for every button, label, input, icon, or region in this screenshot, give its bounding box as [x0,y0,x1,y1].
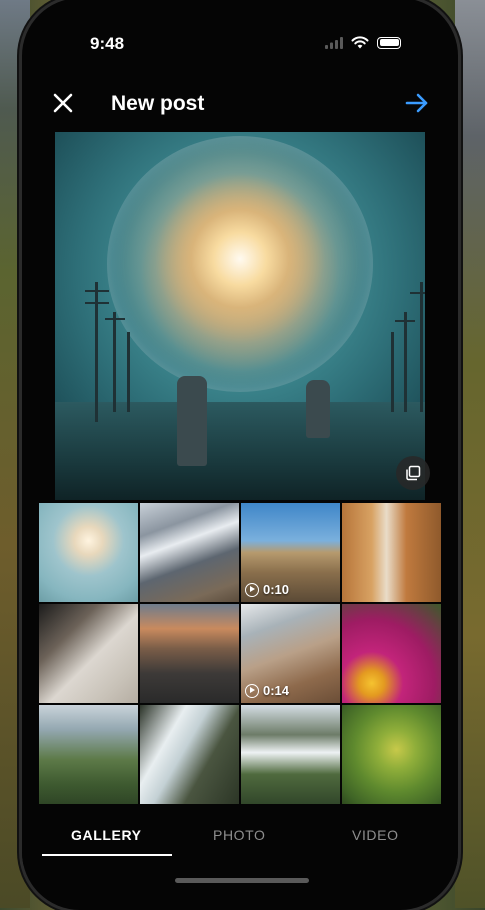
power-pole-arm [105,318,125,320]
page-title: New post [111,92,205,115]
gallery-grid: 0:10 0:14 [39,503,441,809]
gallery-tile[interactable] [140,604,239,703]
gallery-tile[interactable] [140,503,239,602]
status-time: 9:48 [90,34,125,53]
status-icons [325,36,401,49]
gallery-tile[interactable] [241,705,340,804]
arrow-right-icon[interactable] [404,90,430,116]
power-pole [404,312,407,412]
background-right [455,0,485,908]
glowing-orb-image [107,136,373,392]
astronaut-figure [177,376,207,466]
power-pole [391,332,394,412]
tab-gallery[interactable]: GALLERY [71,827,142,843]
power-pole [420,282,423,412]
gallery-tile[interactable] [342,705,441,804]
power-pole [113,312,116,412]
multiple-select-icon [406,465,421,481]
gallery-tile[interactable] [39,503,138,602]
video-duration: 0:10 [263,582,290,597]
wifi-icon [351,36,369,49]
power-pole-arm [395,320,415,322]
active-tab-indicator [42,854,172,856]
gallery-tile[interactable] [140,705,239,804]
video-duration-badge: 0:10 [245,582,289,597]
gallery-tile[interactable]: 0:10 [241,503,340,602]
play-icon [245,582,259,597]
battery-icon [377,36,401,49]
gallery-tile[interactable]: 0:14 [241,604,340,703]
status-bar: 9:48 [22,0,458,68]
multi-select-button[interactable] [396,456,430,490]
gallery-tile[interactable] [39,705,138,804]
close-icon[interactable] [50,90,76,116]
home-indicator[interactable] [175,878,309,883]
power-pole-arm [410,292,425,294]
power-pole-arm [85,302,109,304]
tab-photo[interactable]: PHOTO [213,827,266,843]
gallery-tile[interactable] [342,503,441,602]
selected-media-preview[interactable] [55,132,425,500]
header: New post [22,82,458,126]
phone-frame: 9:48 New post 0:10 0:14 GALLERY PHOTO VI… [22,0,458,910]
video-duration-badge: 0:14 [245,683,289,698]
astronaut-figure [306,380,330,438]
ground [55,402,425,500]
power-pole-arm [85,290,109,292]
play-icon [245,683,259,698]
gallery-tile[interactable] [39,604,138,703]
power-pole [127,332,130,412]
tab-video[interactable]: VIDEO [352,827,399,843]
signal-icon [325,36,343,49]
gallery-tile[interactable] [342,604,441,703]
media-tab-bar: GALLERY PHOTO VIDEO [22,810,458,866]
video-duration: 0:14 [263,683,290,698]
